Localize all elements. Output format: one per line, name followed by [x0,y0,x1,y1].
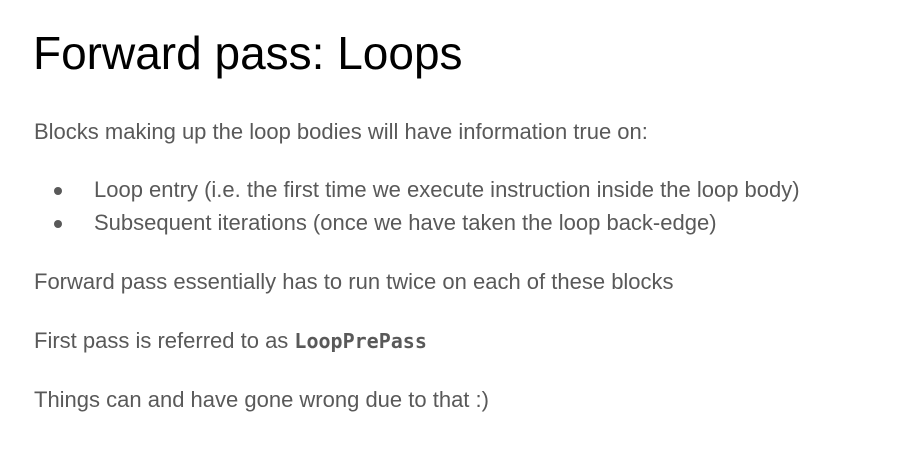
slide: Forward pass: Loops Blocks making up the… [0,0,897,473]
closing-paragraph: Things can and have gone wrong due to th… [34,387,489,412]
bullet-dot-icon [54,187,62,195]
first-pass-prefix: First pass is referred to as [34,328,295,353]
loop-pre-pass-code: LoopPrePass [294,329,427,353]
slide-title: Forward pass: Loops [33,27,463,79]
first-pass-paragraph: First pass is referred to as LoopPrePass [34,326,427,356]
intro-paragraph: Blocks making up the loop bodies will ha… [34,119,648,144]
forward-pass-paragraph: Forward pass essentially has to run twic… [34,269,674,294]
bullet-dot-icon [54,220,62,228]
bullet-text: Loop entry (i.e. the first time we execu… [94,177,800,202]
bullet-text: Subsequent iterations (once we have take… [94,210,717,235]
